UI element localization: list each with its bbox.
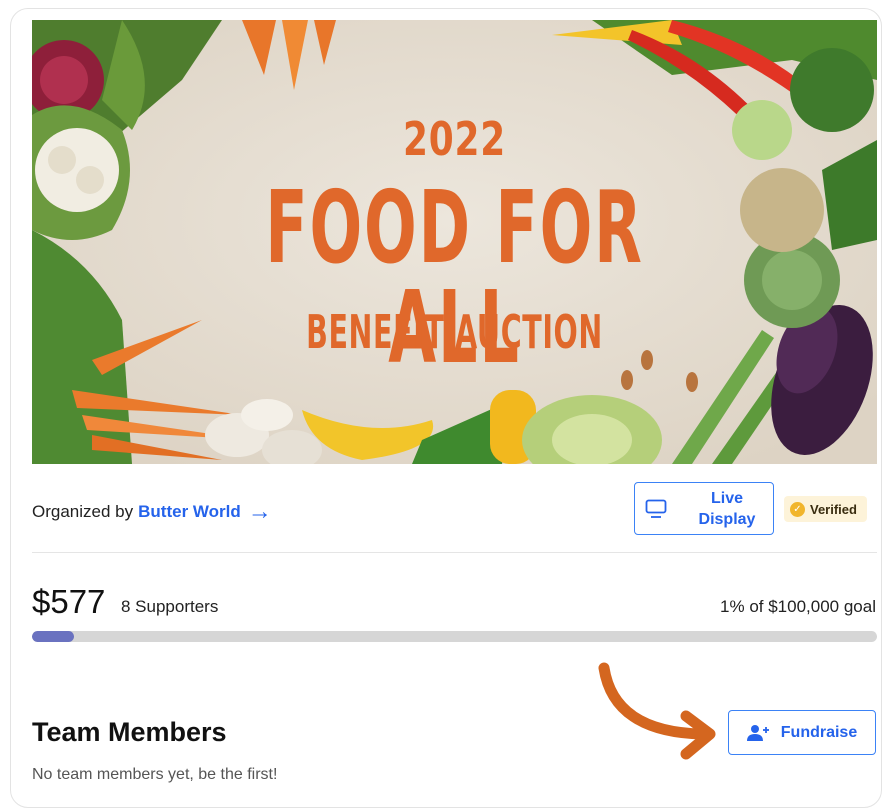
banner-subtitle: BENEFIT AUCTION bbox=[306, 305, 603, 359]
add-user-icon bbox=[746, 724, 769, 741]
live-display-label: Live Display bbox=[698, 490, 756, 528]
goal-progress-text: 1% of $100,000 goal bbox=[720, 597, 876, 616]
fundraise-button[interactable]: Fundraise bbox=[728, 710, 876, 755]
team-members-heading: Team Members bbox=[32, 717, 227, 747]
live-display-button[interactable]: Live Display bbox=[634, 482, 774, 535]
organizer-line: Organized by Butter World → bbox=[32, 500, 272, 524]
amount-raised: $577 bbox=[32, 583, 106, 620]
progress-bar-fill bbox=[32, 631, 75, 642]
organizer-prefix: Organized by bbox=[32, 502, 134, 521]
progress-bar bbox=[32, 631, 877, 642]
supporters-count: 8 Supporters bbox=[121, 597, 219, 616]
monitor-icon bbox=[645, 499, 667, 518]
verified-badge: ✓ Verified bbox=[784, 496, 867, 522]
verified-label: Verified bbox=[810, 501, 857, 517]
organizer-link[interactable]: Butter World bbox=[138, 502, 241, 522]
section-divider bbox=[32, 552, 877, 553]
campaign-banner: 2022 FOOD FOR ALL BENEFIT AUCTION bbox=[32, 20, 877, 464]
curved-arrow-icon bbox=[598, 662, 716, 760]
banner-year: 2022 bbox=[403, 112, 506, 166]
team-members-empty-text: No team members yet, be the first! bbox=[32, 766, 278, 783]
check-circle-icon: ✓ bbox=[790, 501, 805, 517]
arrow-right-icon[interactable]: → bbox=[248, 500, 272, 524]
fundraise-label: Fundraise bbox=[780, 723, 858, 741]
